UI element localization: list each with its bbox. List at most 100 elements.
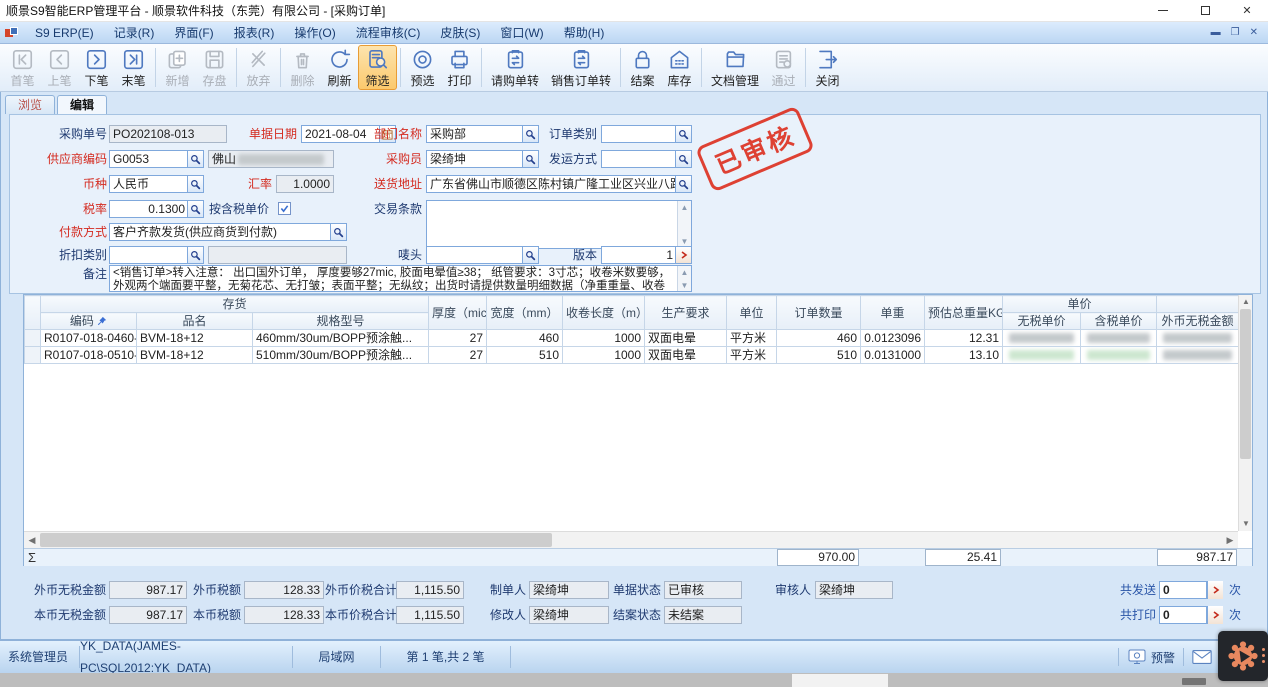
grid-cell[interactable]: 510mm/30um/BOPP预涂触... [253,347,429,364]
mdi-close-button[interactable]: ✕ [1250,27,1258,38]
toolbar-button-exit[interactable]: 关闭 [809,45,846,90]
lookup-icon[interactable] [675,151,691,167]
order-type-field[interactable] [601,125,692,143]
textarea-scrollbar[interactable]: ▲▼ [677,266,691,291]
spinner-icon[interactable] [1207,606,1223,624]
grid-cell[interactable]: 460 [777,330,861,347]
grid-cell[interactable]: BVM-18+12 [137,330,253,347]
lookup-icon[interactable] [187,151,203,167]
mail-icon[interactable] [1192,650,1212,664]
menu-item-7[interactable]: 窗口(W) [490,22,553,44]
close-button[interactable]: ✕ [1226,0,1268,22]
ship-method-field[interactable] [601,150,692,168]
menu-item-0[interactable]: S9 ERP(E) [25,22,104,44]
lookup-icon[interactable] [187,176,203,192]
delivery-address-field[interactable]: 广东省佛山市顺德区陈村镇广隆工业区兴业八路9号之一 [426,175,692,193]
lookup-icon[interactable] [675,126,691,142]
menu-item-4[interactable]: 操作(O) [284,22,345,44]
discount-type-field[interactable] [109,246,204,264]
toolbar-button-print[interactable]: 打印 [441,45,478,90]
lookup-icon[interactable] [522,151,538,167]
toolbar-button-refresh[interactable]: 刷新 [321,45,358,90]
grid-cell[interactable]: 27 [429,347,487,364]
toolbar-button-lock[interactable]: 结案 [624,45,661,90]
lookup-icon[interactable] [675,176,691,192]
grid-row-1[interactable]: R0107-018-0460-...BVM-18+12460mm/30um/BO… [25,330,1239,347]
grid-cell[interactable]: 13.10 [925,347,1003,364]
scrollbar-thumb[interactable] [40,533,552,547]
menu-item-3[interactable]: 报表(R) [224,22,285,44]
row-indicator[interactable] [25,330,41,347]
grid-cell[interactable]: 平方米 [727,347,777,364]
grid-cell[interactable]: R0107-018-0510-... [41,347,137,364]
lookup-icon[interactable] [187,247,203,263]
lookup-icon[interactable] [330,224,346,240]
menu-item-8[interactable]: 帮助(H) [554,22,615,44]
more-options-icon[interactable] [1262,648,1265,663]
grid-cell[interactable] [1003,330,1081,347]
toolbar-button-transfer2[interactable]: 销售订单转 [545,45,617,90]
grid-horizontal-scrollbar[interactable]: ◀ ▶ [24,531,1238,548]
grid-cell[interactable]: 12.31 [925,330,1003,347]
payment-method-field[interactable]: 客户齐款发货(供应商货到付款) [109,223,347,241]
spinner-icon[interactable] [675,247,691,263]
grid-cell[interactable]: 510 [777,347,861,364]
toolbar-button-next[interactable]: 下笔 [78,45,115,90]
tab-edit[interactable]: 编辑 [57,95,107,114]
grid-cell[interactable]: 平方米 [727,330,777,347]
grid-cell[interactable] [1003,347,1081,364]
textarea-scrollbar[interactable]: ▲▼ [677,201,691,248]
menu-item-1[interactable]: 记录(R) [104,22,165,44]
lookup-icon[interactable] [522,247,538,263]
toolbar-button-preview[interactable]: 预选 [404,45,441,90]
tax-rate-field[interactable]: 0.1300 [109,200,204,218]
grid-cell[interactable] [1081,347,1157,364]
shipping-mark-field[interactable] [426,246,539,264]
grid-cell[interactable]: 1000 [563,330,645,347]
grid-row-2[interactable]: R0107-018-0510-...BVM-18+12510mm/30um/BO… [25,347,1239,364]
grid-cell[interactable]: 460mm/30um/BOPP预涂触... [253,330,429,347]
scrollbar-thumb[interactable] [1240,309,1251,459]
menu-item-2[interactable]: 界面(F) [164,22,223,44]
sent-count-field[interactable]: 0 [1159,581,1207,599]
lookup-icon[interactable] [522,126,538,142]
toolbar-button-transfer[interactable]: 请购单转 [485,45,545,90]
grid-vertical-scrollbar[interactable]: ▲ ▼ [1238,295,1252,531]
menu-item-6[interactable]: 皮肤(S) [430,22,490,44]
lookup-icon[interactable] [187,201,203,217]
grid-cell[interactable]: 双面电晕 [645,330,727,347]
spinner-icon[interactable] [1207,581,1223,599]
grid-cell[interactable]: 双面电晕 [645,347,727,364]
mdi-restore-button[interactable]: ❐ [1231,27,1240,38]
grid-cell[interactable]: 460 [487,330,563,347]
version-field[interactable]: 1 [601,246,692,264]
grid-cell[interactable]: 0.0123096 [861,330,925,347]
toolbar-button-filter[interactable]: 筛选 [358,45,397,90]
toolbar-button-inventory[interactable]: 库存 [661,45,698,90]
mdi-minimize-button[interactable]: ▬ [1211,27,1221,38]
buyer-field[interactable]: 梁绮坤 [426,150,539,168]
trade-terms-field[interactable]: ▲▼ [426,200,692,249]
grid-cell[interactable]: BVM-18+12 [137,347,253,364]
toolbar-button-last[interactable]: 末笔 [115,45,152,90]
print-count-field[interactable]: 0 [1159,606,1207,624]
supplier-code-field[interactable]: G0053 [109,150,204,168]
alert-label[interactable]: 预警 [1151,649,1175,666]
grid-cell[interactable] [1157,347,1239,364]
minimize-button[interactable] [1142,0,1184,22]
screen-recorder-overlay[interactable] [1218,631,1268,681]
grid-cell[interactable] [1157,330,1239,347]
restore-button[interactable] [1184,0,1226,22]
grid-cell[interactable]: R0107-018-0460-... [41,330,137,347]
dept-field[interactable]: 采购部 [426,125,539,143]
grid-cell[interactable]: 510 [487,347,563,364]
grid-cell[interactable]: 27 [429,330,487,347]
tax-included-checkbox[interactable] [278,202,291,215]
row-indicator[interactable] [25,347,41,364]
grid-cell[interactable]: 1000 [563,347,645,364]
alert-monitor-icon[interactable] [1127,649,1147,665]
currency-field[interactable]: 人民币 [109,175,204,193]
remark-field[interactable]: <销售订单>转入注意： 出口国外订单， 厚度要够27mic, 胶面电晕值≥38；… [109,265,692,292]
tab-browse[interactable]: 浏览 [5,95,55,114]
toolbar-button-folder[interactable]: 文档管理 [705,45,765,90]
